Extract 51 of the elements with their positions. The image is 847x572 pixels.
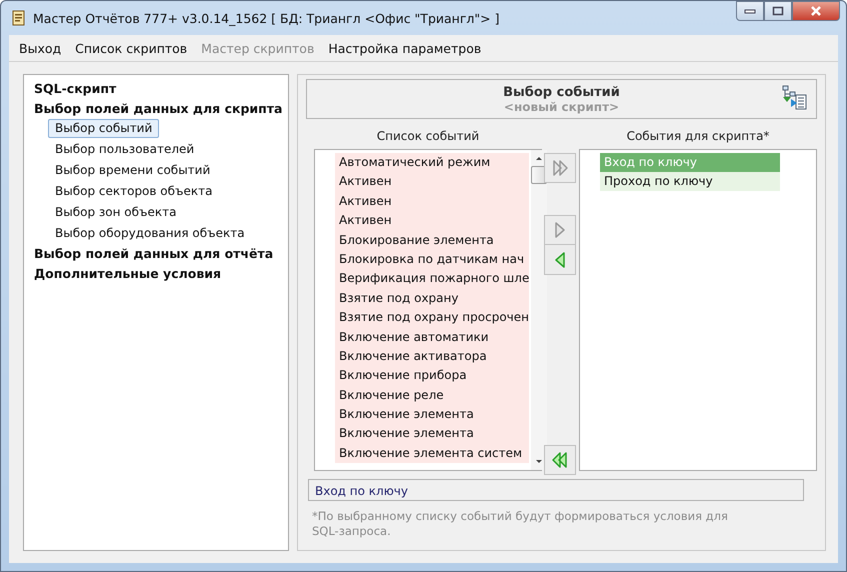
list-item[interactable]: Верификация пожарного шле (335, 269, 530, 289)
list-item[interactable]: Включение активатора (335, 346, 530, 366)
list-item[interactable]: Включение прибора (335, 366, 530, 386)
menu-item[interactable]: Список скриптов (75, 40, 188, 56)
double-arrow-icon (550, 450, 570, 470)
list-item[interactable]: Активен (335, 211, 530, 231)
tree-item[interactable]: Дополнительные условия (34, 264, 222, 283)
tree-item[interactable]: Выбор зон объекта (48, 203, 184, 222)
maximize-button[interactable] (764, 1, 792, 21)
maximize-icon (772, 6, 784, 16)
page-title: Выбор событий (503, 84, 620, 100)
transfer-button[interactable] (544, 445, 576, 475)
window-title: Мастер Отчётов 777+ v3.0.14_1562 [ БД: Триангл <Офис "Триангл"> ] (33, 10, 500, 26)
minimize-button[interactable] (736, 1, 764, 21)
status-field: Вход по ключу (308, 479, 804, 501)
down-arrow-icon (535, 459, 544, 464)
menu-item[interactable]: Настройка параметров (328, 40, 482, 56)
close-button[interactable] (792, 1, 840, 21)
list-item[interactable]: Блокирование элемента (335, 230, 530, 250)
list-item[interactable]: Включение автоматики (335, 328, 530, 347)
list-item[interactable]: Взятие под охрану (335, 288, 530, 308)
menu-item[interactable]: Выход (19, 40, 62, 56)
transfer-button[interactable] (544, 245, 576, 275)
tree-item[interactable]: Выбор полей данных для скрипта (34, 98, 282, 118)
list-title: Список событий (376, 129, 480, 143)
tree-item[interactable]: Выбор событий (48, 119, 160, 138)
tree-item[interactable]: Выбор оборудования объекта (48, 224, 252, 243)
list-item[interactable]: Включение элемента (335, 424, 530, 444)
list-item[interactable]: Взятие под охрану просрочен (335, 308, 530, 328)
close-icon (810, 6, 822, 16)
list-item[interactable]: Автоматический режим (335, 153, 530, 172)
scrollbar[interactable] (531, 150, 548, 470)
list-item[interactable]: Блокировка по датчикам нач (335, 250, 530, 270)
tree-item[interactable]: SQL-скрипт (34, 79, 116, 98)
tree-item[interactable]: Выбор времени событий (48, 161, 218, 180)
tree-item[interactable]: Выбор полей данных для отчёта (34, 244, 274, 264)
tree-table-icon (780, 85, 808, 111)
list-title: События для скрипта* (626, 129, 770, 143)
list-item[interactable]: Активен (335, 172, 530, 192)
list-item[interactable]: Включение элемента (335, 405, 530, 424)
tree-item[interactable]: Выбор пользователей (48, 140, 202, 159)
list-item[interactable]: Проход по ключу (600, 172, 780, 191)
list-item[interactable]: Включение элемента систем (335, 444, 530, 464)
footnote-text: *По выбранному списку событий будут формироваться условия для SQL-запроса. (312, 509, 729, 539)
document-icon (11, 10, 27, 26)
page-subtitle: <новый скрипт> (504, 100, 620, 114)
list-item[interactable]: Включение реле (335, 386, 530, 406)
list-item[interactable]: Активен (335, 192, 530, 212)
tree-item[interactable]: Выбор секторов объекта (48, 182, 220, 201)
minimize-icon (744, 8, 756, 14)
up-arrow-icon (535, 156, 544, 161)
